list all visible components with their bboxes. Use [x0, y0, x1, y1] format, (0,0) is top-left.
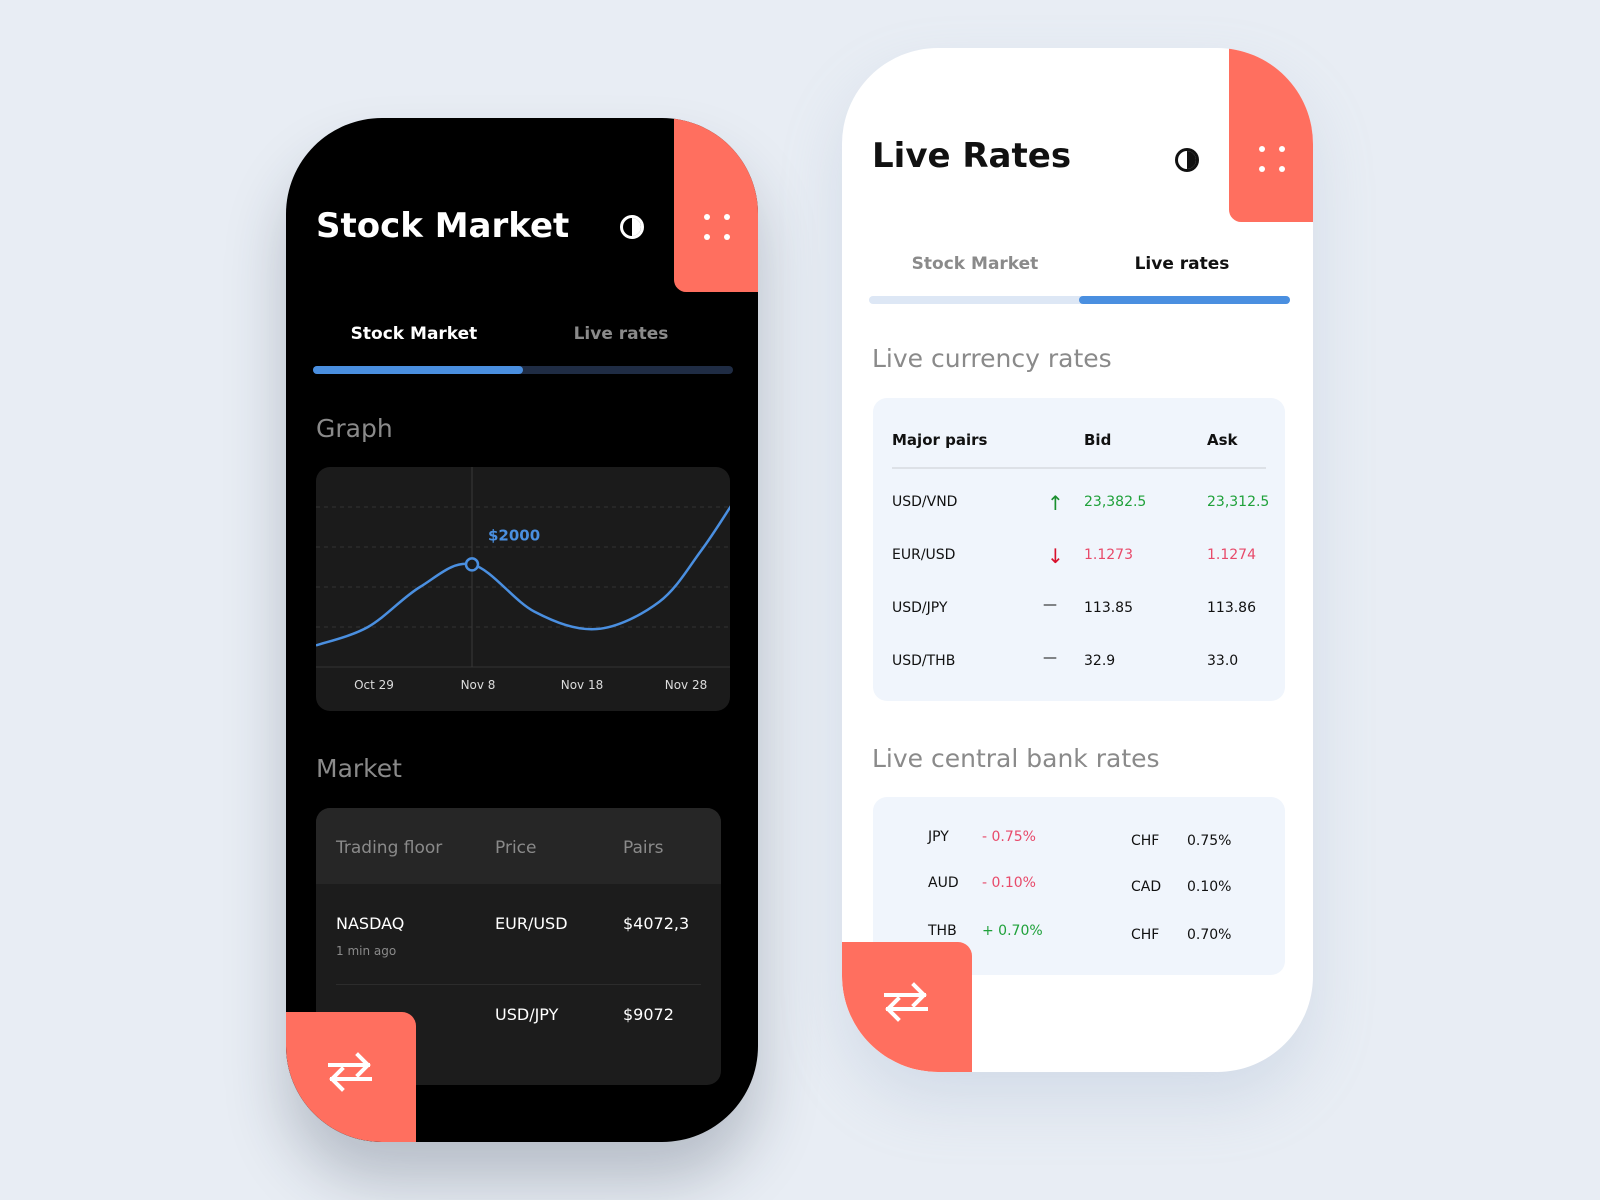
price: USD/JPY — [495, 1005, 559, 1024]
page-title: Live Rates — [872, 136, 1072, 176]
ask: 113.86 — [1207, 600, 1256, 616]
x-tick-label: Nov 28 — [665, 678, 708, 692]
dash-icon: — — [1043, 650, 1057, 666]
pair: USD/THB — [892, 653, 956, 669]
tab-progress-fill — [313, 366, 523, 374]
currency-code: THB — [928, 923, 957, 939]
pair: USD/VND — [892, 494, 958, 510]
stock-market-screen: Stock Market #dark .contrast::after{back… — [286, 118, 758, 1142]
bid: 23,382.5 — [1084, 494, 1147, 510]
price: EUR/USD — [495, 914, 568, 933]
dash-icon: — — [1043, 597, 1057, 613]
table-row[interactable]: EUR/USD ↓ 1.1273 1.1274 — [873, 544, 1285, 571]
x-tick-label: Nov 8 — [461, 678, 496, 692]
swap-button[interactable] — [286, 1012, 416, 1142]
tab-stock-market[interactable]: Stock Market — [870, 254, 1080, 274]
table-row[interactable]: USD/VND ↑ 23,382.5 23,312.5 — [873, 491, 1285, 518]
currency-table: Major pairs Bid Ask USD/VND ↑ 23,382.5 2… — [873, 398, 1285, 701]
tab-live-rates[interactable]: Live rates — [1077, 254, 1287, 274]
dots-grid-icon — [1259, 146, 1285, 172]
ask: 23,312.5 — [1207, 494, 1270, 510]
table-row[interactable]: USD/JPY — 113.85 113.86 — [873, 597, 1285, 624]
currency-code: CAD — [1131, 879, 1162, 895]
currency-heading: Live currency rates — [872, 344, 1112, 373]
page-title: Stock Market — [316, 206, 570, 246]
swap-button[interactable] — [842, 942, 972, 1072]
x-tick-label: Nov 18 — [561, 678, 604, 692]
market-heading: Market — [316, 754, 402, 783]
rate: 0.75% — [1187, 833, 1232, 849]
column-header: Pairs — [623, 838, 664, 858]
column-header: Major pairs — [892, 431, 988, 449]
menu-button[interactable] — [674, 118, 758, 292]
line-chart[interactable]: $2000 Oct 29 Nov 8 Nov 18 Nov 28 — [316, 467, 730, 711]
arrow-down-icon: ↓ — [1047, 544, 1064, 568]
contrast-icon[interactable]: #lc::after{background:#111} — [1175, 148, 1199, 172]
swap-arrows-icon — [328, 1052, 372, 1092]
ask: 1.1274 — [1207, 547, 1256, 563]
column-header: Price — [495, 838, 537, 858]
pair: USD/JPY — [892, 600, 948, 616]
column-header: Ask — [1207, 431, 1238, 449]
currency-code: AUD — [928, 875, 959, 891]
bank-rate-row: AUD - 0.10% CAD 0.10% — [873, 875, 1285, 899]
x-tick-label: Oct 29 — [354, 678, 394, 692]
rate: 0.70% — [1187, 927, 1232, 943]
graph-heading: Graph — [316, 414, 393, 443]
tab-progress-fill — [1079, 296, 1290, 304]
graph-card: $2000 Oct 29 Nov 8 Nov 18 Nov 28 — [316, 467, 730, 711]
contrast-icon[interactable]: #dark .contrast::after{background:#fff} — [620, 215, 644, 239]
dots-grid-icon — [704, 214, 730, 240]
menu-button[interactable] — [1229, 48, 1313, 222]
currency-code: CHF — [1131, 833, 1160, 849]
header-divider — [892, 467, 1266, 469]
trading-floor: NASDAQ — [336, 914, 405, 933]
pair: EUR/USD — [892, 547, 956, 563]
bid: 113.85 — [1084, 600, 1133, 616]
table-row[interactable]: NASDAQ 1 min ago EUR/USD $4072,3 — [316, 884, 721, 984]
ask: 33.0 — [1207, 653, 1239, 669]
bid: 32.9 — [1084, 653, 1116, 669]
pairs: $9072 — [623, 1005, 674, 1024]
rate-change: - 0.75% — [982, 829, 1036, 845]
timestamp: 1 min ago — [336, 944, 397, 958]
rate-change: - 0.10% — [982, 875, 1036, 891]
arrow-up-icon: ↑ — [1047, 491, 1064, 515]
rate: 0.10% — [1187, 879, 1232, 895]
highlight-point — [464, 557, 480, 572]
bid: 1.1273 — [1084, 547, 1133, 563]
currency-code: JPY — [928, 829, 949, 845]
currency-code: CHF — [1131, 927, 1160, 943]
highlight-label: $2000 — [488, 526, 540, 544]
pairs: $4072,3 — [623, 914, 690, 933]
rate-change: + 0.70% — [982, 923, 1043, 939]
tab-live-rates[interactable]: Live rates — [516, 324, 726, 344]
table-row[interactable]: USD/THB — 32.9 33.0 — [873, 650, 1285, 677]
bank-rate-row: JPY - 0.75% CHF 0.75% — [873, 829, 1285, 853]
bank-heading: Live central bank rates — [872, 744, 1160, 773]
column-header: Bid — [1084, 431, 1112, 449]
swap-arrows-icon — [884, 982, 928, 1022]
column-header: Trading floor — [336, 838, 443, 858]
tab-stock-market[interactable]: Stock Market — [309, 324, 519, 344]
live-rates-screen: Live Rates #lc::after{background:#111} S… — [842, 48, 1313, 1072]
